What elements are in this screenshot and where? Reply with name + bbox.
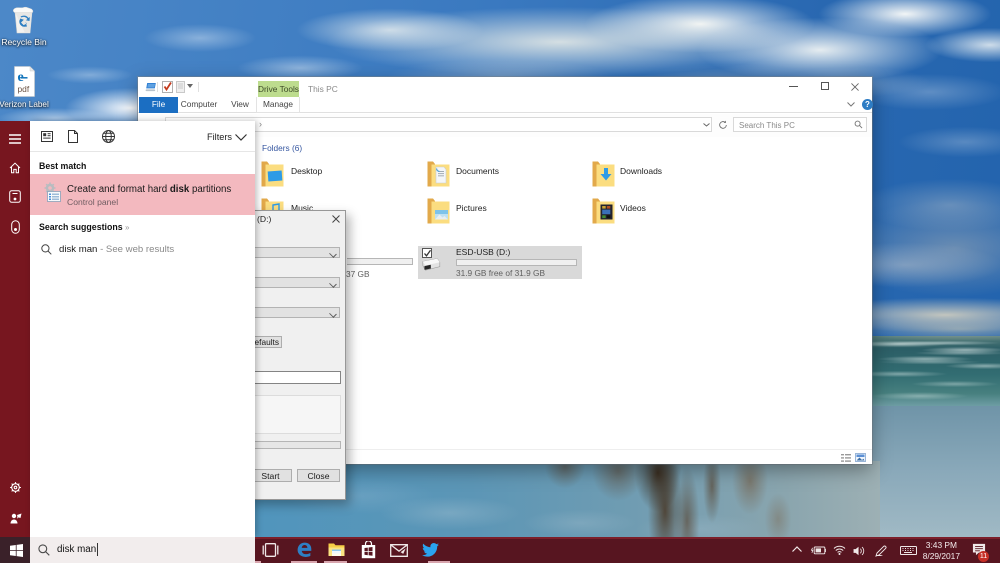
svg-text:pdf: pdf bbox=[18, 84, 30, 94]
